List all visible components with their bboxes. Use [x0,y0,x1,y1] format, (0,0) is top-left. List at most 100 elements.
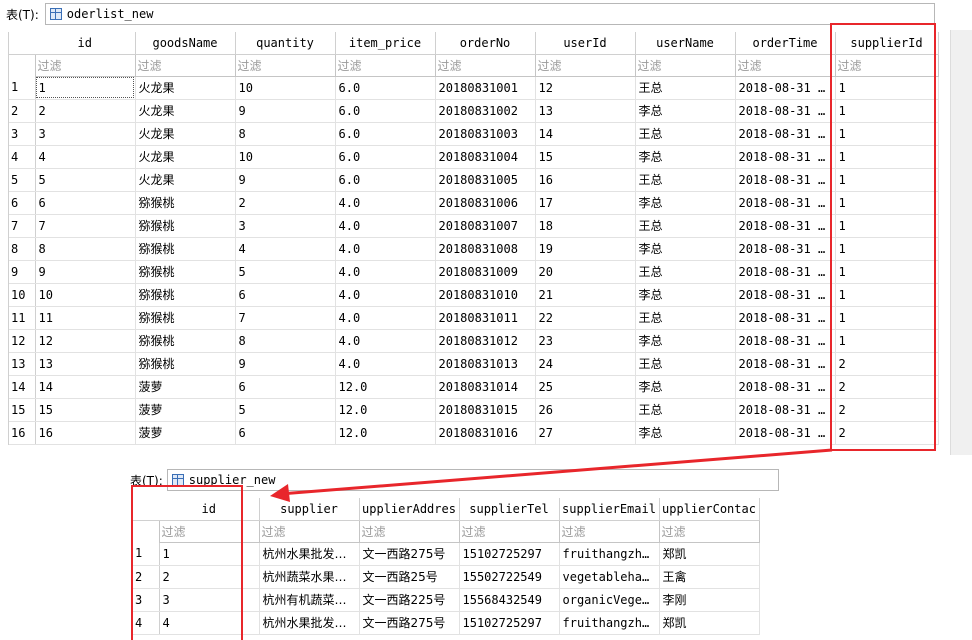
filter-input[interactable]: 过滤 [458,519,560,543]
table-row[interactable]: 2 2 火龙果 9 6.0 20180831002 13 李总 2018-08-31 … 1 [9,99,939,123]
filter-input[interactable]: 过滤 [234,53,336,77]
table-row[interactable]: 15 15 菠萝 5 12.0 20180831015 26 王总 2018-08-31 … 2 [9,398,939,422]
table-cell-item-price[interactable]: 12.0 [335,421,436,445]
table-cell-supplierid[interactable]: 1 [835,145,939,169]
table-cell-goodsname[interactable]: 猕猴桃 [135,352,236,376]
table-cell-quantity[interactable]: 6 [235,375,336,399]
row-number[interactable]: 14 [9,375,36,399]
table-dropdown[interactable]: supplier_new [166,469,779,491]
table-cell-username[interactable]: 王总 [635,76,736,100]
table-cell-id[interactable]: 3 [35,122,136,146]
table-cell-quantity[interactable]: 8 [235,329,336,353]
filter-input[interactable]: 过滤 [734,53,836,77]
table-cell-item-price[interactable]: 6.0 [335,168,436,192]
row-number[interactable]: 3 [133,588,160,612]
table-cell-id[interactable]: 1 [35,76,136,100]
table-cell-userid[interactable]: 26 [535,398,636,422]
table-cell-ordertime[interactable]: 2018-08-31 … [735,237,836,261]
table-cell-quantity[interactable]: 9 [235,168,336,192]
table-cell-item-price[interactable]: 6.0 [335,122,436,146]
table-cell-username[interactable]: 李总 [635,237,736,261]
table-cell-address[interactable]: 文一西路25号 [359,565,460,589]
table-cell-ordertime[interactable]: 2018-08-31 … [735,214,836,238]
row-number[interactable]: 2 [9,99,36,123]
table-cell-id[interactable]: 4 [159,611,260,635]
table-cell-userid[interactable]: 14 [535,122,636,146]
table-cell-id[interactable]: 15 [35,398,136,422]
table-cell-goodsname[interactable]: 猕猴桃 [135,237,236,261]
table-cell-orderno[interactable]: 20180831007 [435,214,536,238]
table-cell-address[interactable]: 文一西路225号 [359,588,460,612]
column-header[interactable]: supplierTel [459,498,560,521]
table-cell-username[interactable]: 王总 [635,398,736,422]
table-cell-contact[interactable]: 李刚 [659,588,760,612]
table-cell-username[interactable]: 李总 [635,283,736,307]
table-row[interactable]: 3 3 杭州有机蔬菜… 文一西路225号 15568432549 organicVege…… [133,588,760,612]
table-cell-id[interactable]: 6 [35,191,136,215]
table-cell-orderno[interactable]: 20180831016 [435,421,536,445]
table-cell-orderno[interactable]: 20180831012 [435,329,536,353]
table-cell-item-price[interactable]: 12.0 [335,375,436,399]
table-cell-tel[interactable]: 15102725297 [459,611,560,635]
table-cell-orderno[interactable]: 20180831013 [435,352,536,376]
row-number[interactable]: 11 [9,306,36,330]
column-header[interactable]: supplierEmail [559,498,660,521]
table-cell-supplierid[interactable]: 2 [835,375,939,399]
table-cell-supplierid[interactable]: 1 [835,306,939,330]
table-cell-email[interactable]: fruithangzh… [559,542,660,566]
table-cell-username[interactable]: 王总 [635,122,736,146]
table-cell-orderno[interactable]: 20180831015 [435,398,536,422]
table-cell-supplierid[interactable]: 1 [835,99,939,123]
table-cell-item-price[interactable]: 4.0 [335,260,436,284]
table-cell-quantity[interactable]: 3 [235,214,336,238]
table-cell-supplierid[interactable]: 2 [835,421,939,445]
filter-input[interactable]: 过滤 [434,53,536,77]
table-cell-supplierid[interactable]: 1 [835,237,939,261]
table-cell-userid[interactable]: 24 [535,352,636,376]
table-cell-supplierid[interactable]: 1 [835,76,939,100]
table-cell-goodsname[interactable]: 猕猴桃 [135,260,236,284]
vertical-scrollbar[interactable] [950,30,972,455]
table-cell-username[interactable]: 李总 [635,329,736,353]
table-cell-supplierid[interactable]: 1 [835,168,939,192]
table-cell-username[interactable]: 王总 [635,260,736,284]
table-cell-goodsname[interactable]: 猕猴桃 [135,214,236,238]
table-cell-quantity[interactable]: 8 [235,122,336,146]
table-cell-ordertime[interactable]: 2018-08-31 … [735,306,836,330]
row-number[interactable]: 9 [9,260,36,284]
table-cell-username[interactable]: 李总 [635,99,736,123]
table-row[interactable]: 14 14 菠萝 6 12.0 20180831014 25 李总 2018-08-31 … 2 [9,375,939,399]
filter-input[interactable]: 过滤 [34,53,136,77]
table-cell-userid[interactable]: 19 [535,237,636,261]
table-cell-ordertime[interactable]: 2018-08-31 … [735,168,836,192]
table-cell-username[interactable]: 王总 [635,168,736,192]
column-header[interactable]: upplierContac [659,498,760,521]
table-row[interactable]: 11 11 猕猴桃 7 4.0 20180831011 22 王总 2018-08-31 … 1 [9,306,939,330]
table-cell-id[interactable]: 8 [35,237,136,261]
table-cell-email[interactable]: organicVege… [559,588,660,612]
table-cell-email[interactable]: vegetableha… [559,565,660,589]
table-cell-id[interactable]: 9 [35,260,136,284]
table-cell-goodsname[interactable]: 猕猴桃 [135,329,236,353]
row-number[interactable]: 4 [9,145,36,169]
table-cell-orderno[interactable]: 20180831006 [435,191,536,215]
table-cell-ordertime[interactable]: 2018-08-31 … [735,99,836,123]
table-cell-userid[interactable]: 17 [535,191,636,215]
table-cell-userid[interactable]: 15 [535,145,636,169]
column-header[interactable]: supplier [259,498,360,521]
table-cell-item-price[interactable]: 4.0 [335,214,436,238]
table-cell-item-price[interactable]: 4.0 [335,352,436,376]
table-row[interactable]: 1 1 杭州水果批发… 文一西路275号 15102725297 fruithangzh…… [133,542,760,566]
table-cell-orderno[interactable]: 20180831003 [435,122,536,146]
table-cell-supplierid[interactable]: 1 [835,214,939,238]
table-cell-id[interactable]: 11 [35,306,136,330]
row-number[interactable]: 5 [9,168,36,192]
table-cell-userid[interactable]: 25 [535,375,636,399]
table-cell-quantity[interactable]: 6 [235,283,336,307]
table-cell-goodsname[interactable]: 菠萝 [135,398,236,422]
table-cell-contact[interactable]: 郑凯 [659,542,760,566]
table-cell-ordertime[interactable]: 2018-08-31 … [735,76,836,100]
table-cell-ordertime[interactable]: 2018-08-31 … [735,191,836,215]
table-cell-id[interactable]: 10 [35,283,136,307]
table-cell-quantity[interactable]: 9 [235,99,336,123]
